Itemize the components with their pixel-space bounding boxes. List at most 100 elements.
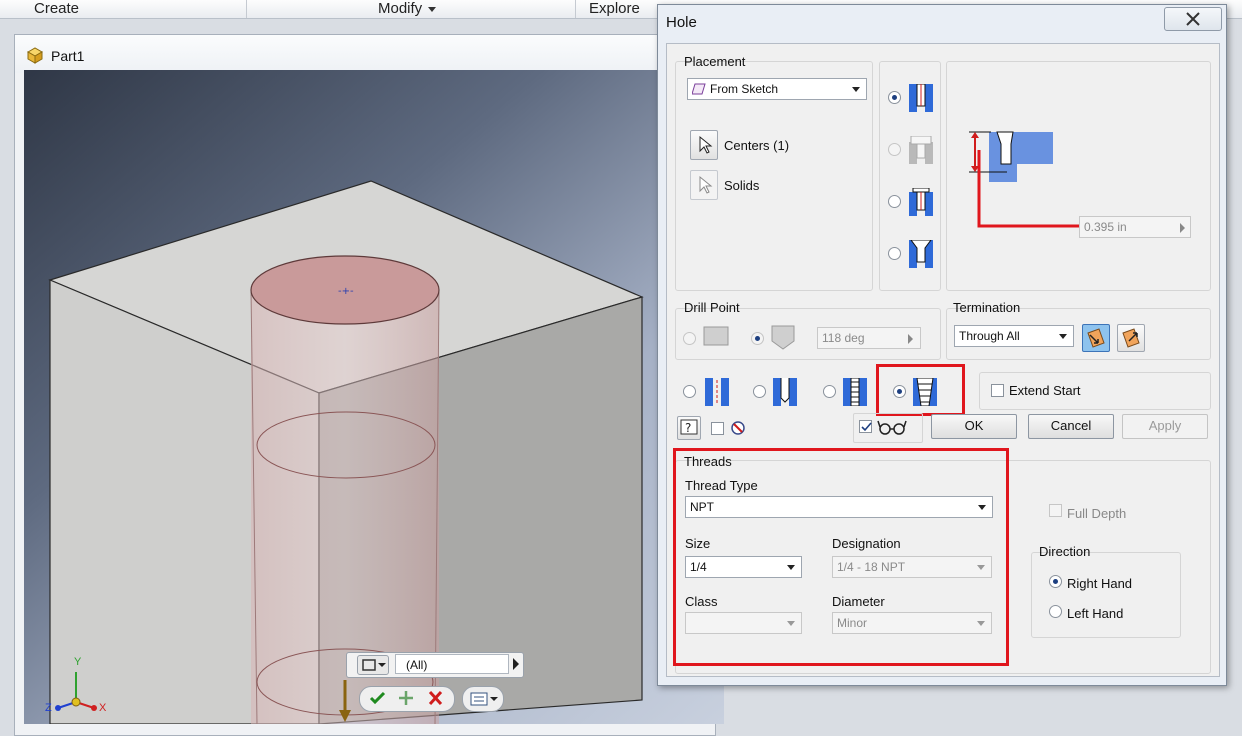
help-icon: ? (680, 419, 698, 435)
add-button[interactable] (396, 689, 416, 707)
drill-angle-value: 118 deg (822, 331, 865, 345)
counterbore-hole-icon (909, 136, 933, 164)
flat-drill-point-icon (703, 326, 729, 346)
document-title: Part1 (51, 48, 85, 64)
direction-group (1031, 552, 1181, 638)
dialog-options-button[interactable] (462, 686, 504, 712)
ribbon-tab-explore[interactable]: Explore (589, 0, 640, 18)
simple-hole-icon (705, 378, 729, 406)
solids-label: Solids (724, 178, 760, 193)
preview-checkbox[interactable] (859, 420, 872, 433)
tapped-hole-icon (843, 378, 867, 406)
dimension-leader (977, 150, 1081, 228)
clearance-hole-icon (773, 378, 797, 406)
close-icon (1186, 12, 1200, 26)
angled-drill-point-icon (771, 325, 795, 350)
options-checkbox[interactable] (711, 422, 724, 435)
clearance-hole-radio[interactable] (753, 385, 766, 398)
svg-text:?: ? (685, 421, 691, 435)
direction-icon (1087, 328, 1105, 348)
apply-ok-button[interactable] (366, 689, 390, 707)
pointer-icon (699, 175, 713, 194)
mini-toolbar: (All) (346, 652, 524, 678)
solids-select-button[interactable] (690, 170, 718, 200)
right-hand-label: Right Hand (1067, 576, 1133, 591)
hole-type-menu-button[interactable] (357, 655, 389, 675)
ribbon-tab-create[interactable]: Create (34, 0, 79, 18)
threads-highlight (673, 448, 1009, 666)
glasses-icon (877, 420, 907, 435)
termination-value: Through All (959, 329, 1020, 343)
drill-point-flat-radio[interactable] (683, 332, 696, 345)
help-button[interactable]: ? (677, 416, 701, 440)
termination-label: Termination (953, 300, 1021, 315)
dialog-body: Placement From Sketch Centers (1) Solids (666, 43, 1220, 677)
triad-y-label: Y (74, 656, 82, 668)
ribbon-tab-modify-label: Modify (378, 0, 423, 17)
drill-point-angle-radio[interactable] (751, 332, 764, 345)
direction-label: Direction (1039, 544, 1091, 559)
mini-toolbar-actions (359, 686, 455, 712)
drilled-hole-icon (909, 84, 933, 112)
document-titlebar: Part1 (15, 35, 715, 73)
selection-filter-field[interactable]: (All) (395, 654, 509, 674)
ok-button[interactable]: OK (931, 414, 1017, 439)
graphics-viewport[interactable]: -+- Y X Z (All) (24, 70, 724, 724)
direction-arrow-icon[interactable] (338, 680, 352, 724)
termination-select[interactable]: Through All (954, 325, 1074, 347)
left-hand-radio[interactable] (1049, 605, 1062, 618)
no-icon[interactable] (730, 420, 746, 436)
full-depth-checkbox[interactable] (1049, 504, 1062, 517)
tapped-hole-radio[interactable] (823, 385, 836, 398)
extend-start-checkbox[interactable] (991, 384, 1004, 397)
dialog-title: Hole (666, 14, 697, 31)
ribbon-separator (575, 0, 576, 18)
centers-select-button[interactable] (690, 130, 718, 160)
ribbon-separator (246, 0, 247, 18)
expand-arrow-icon (908, 334, 913, 344)
cancel-x-button[interactable] (424, 689, 448, 707)
drill-angle-field[interactable]: 118 deg (817, 327, 921, 349)
hole-type-counterbore-radio[interactable] (888, 143, 901, 156)
ribbon-tab-modify[interactable]: Modify (378, 0, 437, 18)
left-hand-label: Left Hand (1067, 606, 1124, 621)
taper-tapped-highlight (876, 364, 965, 416)
hole-type-countersink-radio[interactable] (888, 247, 901, 260)
checkmark-icon (861, 422, 872, 432)
full-depth-label: Full Depth (1067, 506, 1127, 521)
right-hand-radio[interactable] (1049, 575, 1062, 588)
hole-dialog: Hole Placement From Sketch Centers (1) S… (657, 4, 1227, 686)
centers-label: Centers (1) (724, 138, 790, 153)
direction-flip-button-1[interactable] (1082, 324, 1110, 352)
countersink-hole-icon (909, 240, 933, 268)
hole-type-spotface-radio[interactable] (888, 195, 901, 208)
hole-icon (362, 659, 386, 671)
apply-button[interactable]: Apply (1122, 414, 1208, 439)
svg-text:-+-: -+- (338, 286, 354, 297)
chevron-down-icon (852, 87, 860, 92)
direction-flip-button-2[interactable] (1117, 324, 1145, 352)
triad-z-label: Z (45, 702, 52, 714)
part-model: -+- (48, 180, 644, 724)
triad-x-label: X (99, 702, 107, 714)
spotface-hole-icon (909, 188, 933, 216)
close-icon (428, 690, 443, 706)
cancel-button[interactable]: Cancel (1028, 414, 1114, 439)
checkmark-icon (369, 691, 386, 705)
plus-icon (399, 691, 413, 705)
chevron-down-icon (1059, 334, 1067, 339)
drill-point-label: Drill Point (684, 300, 740, 315)
depth-dimension-field[interactable]: 0.395 in (1079, 216, 1191, 238)
part-icon (26, 47, 44, 64)
expand-arrow-icon[interactable] (511, 657, 521, 671)
simple-hole-radio[interactable] (683, 385, 696, 398)
placement-type-select[interactable]: From Sketch (687, 78, 867, 100)
close-button[interactable] (1164, 7, 1222, 31)
placement-label: Placement (684, 54, 746, 69)
dialog-icon (470, 692, 498, 706)
chevron-down-icon (428, 6, 437, 12)
hole-type-drilled-radio[interactable] (888, 91, 901, 104)
pointer-icon (699, 135, 713, 154)
direction-icon (1122, 328, 1140, 348)
sketch-icon (692, 83, 706, 95)
